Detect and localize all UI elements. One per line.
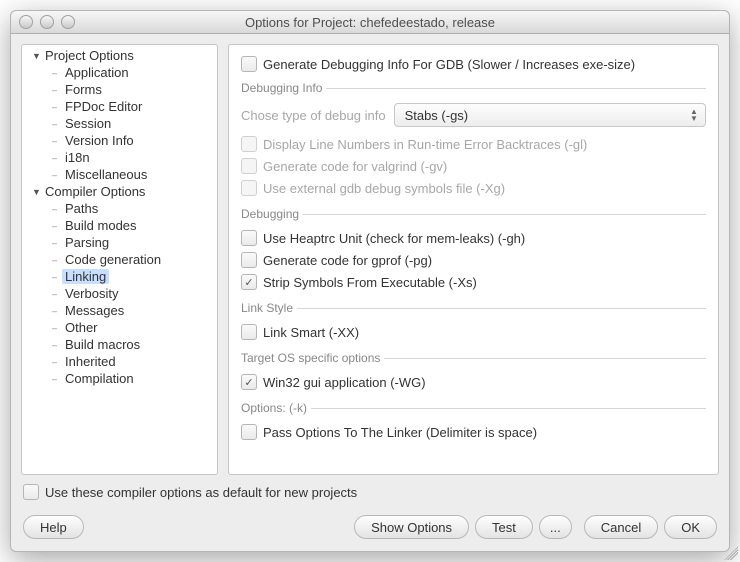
titlebar: Options for Project: chefedeestado, rele…: [11, 11, 729, 34]
external-gdb-checkbox[interactable]: Use external gdb debug symbols file (-Xg…: [241, 177, 706, 199]
tree-item-version-info[interactable]: Version Info: [22, 132, 217, 149]
checkbox-label: Strip Symbols From Executable (-Xs): [263, 275, 477, 290]
debugging-group: Debugging Use Heaptrc Unit (check for me…: [241, 207, 706, 295]
group-legend: Link Style: [241, 301, 297, 315]
tree-item-paths[interactable]: Paths: [22, 200, 217, 217]
checkbox-icon: [241, 424, 257, 440]
zoom-icon[interactable]: [61, 15, 75, 29]
group-legend: Options: (-k): [241, 401, 311, 415]
checkbox-label: Link Smart (-XX): [263, 325, 359, 340]
more-button[interactable]: ...: [539, 515, 572, 539]
group-legend: Debugging: [241, 207, 303, 221]
heaptrc-checkbox[interactable]: Use Heaptrc Unit (check for mem-leaks) (…: [241, 227, 706, 249]
tree-item-miscellaneous[interactable]: Miscellaneous: [22, 166, 217, 183]
checkbox-label: Use these compiler options as default fo…: [45, 485, 357, 500]
checkbox-icon: [241, 136, 257, 152]
minimize-icon[interactable]: [40, 15, 54, 29]
test-button[interactable]: Test: [475, 515, 533, 539]
checkbox-label: Use Heaptrc Unit (check for mem-leaks) (…: [263, 231, 525, 246]
checkbox-label: Pass Options To The Linker (Delimiter is…: [263, 425, 537, 440]
checkbox-icon: [241, 180, 257, 196]
target-os-group: Target OS specific options Win32 gui app…: [241, 351, 706, 395]
checkbox-icon: [241, 274, 257, 290]
tree-item-application[interactable]: Application: [22, 64, 217, 81]
tree-group-compiler-options[interactable]: Compiler Options: [22, 183, 217, 200]
gprof-checkbox[interactable]: Generate code for gprof (-pg): [241, 249, 706, 271]
help-button[interactable]: Help: [23, 515, 84, 539]
pass-linker-options-checkbox[interactable]: Pass Options To The Linker (Delimiter is…: [241, 421, 706, 443]
tree-item-other[interactable]: Other: [22, 319, 217, 336]
combo-value: Stabs (-gs): [405, 108, 469, 123]
tree-item-compilation[interactable]: Compilation: [22, 370, 217, 387]
show-options-button[interactable]: Show Options: [354, 515, 469, 539]
strip-symbols-checkbox[interactable]: Strip Symbols From Executable (-Xs): [241, 271, 706, 293]
linker-options-group: Options: (-k) Pass Options To The Linker…: [241, 401, 706, 445]
options-tree: Project Options Application Forms FPDoc …: [21, 44, 218, 475]
checkbox-label: Generate code for gprof (-pg): [263, 253, 432, 268]
tree-group-project-options[interactable]: Project Options: [22, 47, 217, 64]
linking-panel: Generate Debugging Info For GDB (Slower …: [228, 44, 719, 475]
tree-item-fpdoc-editor[interactable]: FPDoc Editor: [22, 98, 217, 115]
tree-item-messages[interactable]: Messages: [22, 302, 217, 319]
checkbox-icon: [241, 324, 257, 340]
link-style-group: Link Style Link Smart (-XX): [241, 301, 706, 345]
group-legend: Debugging Info: [241, 81, 326, 95]
generate-debug-info-checkbox[interactable]: Generate Debugging Info For GDB (Slower …: [241, 53, 706, 75]
tree-item-inherited[interactable]: Inherited: [22, 353, 217, 370]
tree-item-i18n[interactable]: i18n: [22, 149, 217, 166]
tree-item-verbosity[interactable]: Verbosity: [22, 285, 217, 302]
tree-item-build-macros[interactable]: Build macros: [22, 336, 217, 353]
checkbox-icon: [241, 252, 257, 268]
tree-item-forms[interactable]: Forms: [22, 81, 217, 98]
tree-item-code-generation[interactable]: Code generation: [22, 251, 217, 268]
debug-type-label: Chose type of debug info: [241, 108, 386, 123]
tree-item-build-modes[interactable]: Build modes: [22, 217, 217, 234]
chevron-down-icon: [32, 187, 42, 197]
button-bar: Help Show Options Test ... Cancel OK: [11, 509, 729, 551]
checkbox-label: Generate code for valgrind (-gv): [263, 159, 447, 174]
use-as-default-checkbox[interactable]: Use these compiler options as default fo…: [23, 481, 357, 503]
checkbox-label: Win32 gui application (-WG): [263, 375, 426, 390]
checkbox-label: Use external gdb debug symbols file (-Xg…: [263, 181, 505, 196]
checkbox-icon: [241, 374, 257, 390]
tree-item-parsing[interactable]: Parsing: [22, 234, 217, 251]
valgrind-checkbox[interactable]: Generate code for valgrind (-gv): [241, 155, 706, 177]
link-smart-checkbox[interactable]: Link Smart (-XX): [241, 321, 706, 343]
checkbox-label: Generate Debugging Info For GDB (Slower …: [263, 57, 635, 72]
chevron-down-icon: [32, 51, 42, 61]
checkbox-icon: [23, 484, 39, 500]
group-legend: Target OS specific options: [241, 351, 384, 365]
line-numbers-checkbox[interactable]: Display Line Numbers in Run-time Error B…: [241, 133, 706, 155]
cancel-button[interactable]: Cancel: [584, 515, 658, 539]
checkbox-label: Display Line Numbers in Run-time Error B…: [263, 137, 587, 152]
ok-button[interactable]: OK: [664, 515, 717, 539]
win32-gui-checkbox[interactable]: Win32 gui application (-WG): [241, 371, 706, 393]
tree-item-session[interactable]: Session: [22, 115, 217, 132]
checkbox-icon: [241, 158, 257, 174]
checkbox-icon: [241, 56, 257, 72]
stepper-icon: ▲▼: [687, 106, 701, 124]
close-icon[interactable]: [19, 15, 33, 29]
project-options-window: Options for Project: chefedeestado, rele…: [10, 10, 730, 552]
resize-handle-icon[interactable]: [724, 546, 730, 552]
debug-type-combo[interactable]: Stabs (-gs) ▲▼: [394, 103, 706, 127]
window-title: Options for Project: chefedeestado, rele…: [11, 15, 729, 30]
tree-item-linking[interactable]: Linking: [22, 268, 217, 285]
checkbox-icon: [241, 230, 257, 246]
debugging-info-group: Debugging Info Chose type of debug info …: [241, 81, 706, 201]
